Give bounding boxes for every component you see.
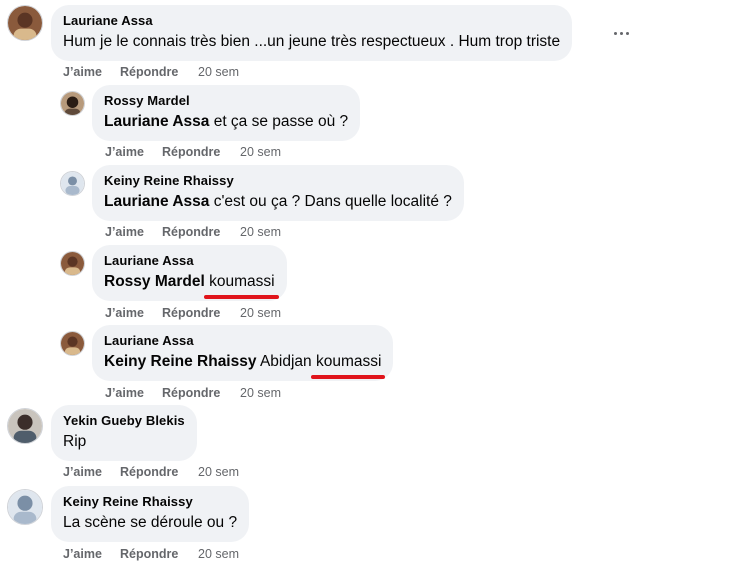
comment-text: Lauriane Assa c'est ou ça ? Dans quelle … bbox=[104, 192, 452, 212]
reply-comment: Rossy Mardel Lauriane Assa et ça se pass… bbox=[0, 85, 740, 165]
mention-link[interactable]: Rossy Mardel bbox=[104, 273, 205, 290]
timestamp[interactable]: 20 sem bbox=[240, 386, 281, 400]
reply-button[interactable]: Répondre bbox=[162, 386, 220, 400]
comment-body: c'est ou ça ? Dans quelle localité ? bbox=[213, 193, 452, 210]
comment-bubble: Lauriane Assa Hum je le connais très bie… bbox=[51, 5, 573, 61]
avatar[interactable] bbox=[60, 251, 85, 276]
comment-bubble: Rossy Mardel Lauriane Assa et ça se pass… bbox=[92, 85, 361, 141]
timestamp[interactable]: 20 sem bbox=[198, 465, 239, 479]
reply-comment: Keiny Reine Rhaissy Lauriane Assa c'est … bbox=[0, 165, 740, 245]
avatar[interactable] bbox=[7, 5, 43, 41]
mention-link[interactable]: Lauriane Assa bbox=[104, 193, 209, 210]
comment-author[interactable]: Keiny Reine Rhaissy bbox=[63, 494, 237, 510]
comment-text: Hum je le connais très bien ...un jeune … bbox=[63, 33, 561, 50]
comment-text: Keiny Reine Rhaissy Abidjan koumassi bbox=[104, 352, 386, 379]
comment-author[interactable]: Rossy Mardel bbox=[104, 93, 348, 109]
reply-button[interactable]: Répondre bbox=[120, 65, 178, 79]
reply-button[interactable]: Répondre bbox=[120, 465, 178, 479]
timestamp[interactable]: 20 sem bbox=[198, 547, 239, 561]
avatar[interactable] bbox=[60, 91, 85, 116]
timestamp[interactable]: 20 sem bbox=[240, 306, 281, 320]
like-button[interactable]: J’aime bbox=[105, 306, 144, 320]
mention-link[interactable]: Lauriane Assa bbox=[104, 113, 209, 130]
comment-text: Rip bbox=[63, 433, 87, 450]
comment-text: Lauriane Assa et ça se passe où ? bbox=[104, 112, 348, 132]
comment-bubble: Yekin Gueby Blekis Rip bbox=[51, 405, 197, 461]
reply-button[interactable]: Répondre bbox=[162, 306, 220, 320]
like-button[interactable]: J’aime bbox=[105, 225, 144, 239]
comment-text: La scène se déroule ou ? bbox=[63, 514, 238, 531]
comment-bubble: Lauriane Assa Keiny Reine Rhaissy Abidja… bbox=[92, 325, 394, 381]
avatar[interactable] bbox=[7, 489, 43, 525]
reply-comment: Lauriane Assa Keiny Reine Rhaissy Abidja… bbox=[0, 325, 740, 405]
reply-button[interactable]: Répondre bbox=[120, 547, 178, 561]
avatar[interactable] bbox=[60, 171, 85, 196]
comment-author[interactable]: Lauriane Assa bbox=[104, 333, 381, 349]
comment-bubble: Keiny Reine Rhaissy Lauriane Assa c'est … bbox=[92, 165, 464, 221]
comment-author[interactable]: Lauriane Assa bbox=[63, 13, 560, 29]
reply-button[interactable]: Répondre bbox=[162, 145, 220, 159]
timestamp[interactable]: 20 sem bbox=[198, 65, 239, 79]
comment: Yekin Gueby Blekis Rip J’aime Répondre 2… bbox=[0, 405, 740, 485]
comment-text: Rossy Mardel koumassi bbox=[104, 272, 280, 299]
like-button[interactable]: J’aime bbox=[63, 465, 102, 479]
comment-body: Abidjan bbox=[259, 353, 312, 370]
comment-author[interactable]: Lauriane Assa bbox=[104, 253, 275, 269]
comment: Keiny Reine Rhaissy La scène se déroule … bbox=[0, 486, 740, 570]
reply-button[interactable]: Répondre bbox=[162, 225, 220, 239]
comment: Lauriane Assa Hum je le connais très bie… bbox=[0, 0, 740, 80]
comment-bubble: Lauriane Assa Rossy Mardel koumassi bbox=[92, 245, 287, 301]
like-button[interactable]: J’aime bbox=[63, 65, 102, 79]
highlighted-text: koumassi bbox=[204, 273, 280, 299]
like-button[interactable]: J’aime bbox=[105, 386, 144, 400]
avatar[interactable] bbox=[7, 408, 43, 444]
timestamp[interactable]: 20 sem bbox=[240, 225, 281, 239]
reply-comment: Lauriane Assa Rossy Mardel koumassi J’ai… bbox=[0, 245, 740, 325]
comment-author[interactable]: Keiny Reine Rhaissy bbox=[104, 173, 452, 189]
comment-author[interactable]: Yekin Gueby Blekis bbox=[63, 413, 185, 429]
comment-body: et ça se passe où ? bbox=[213, 113, 349, 130]
avatar[interactable] bbox=[60, 331, 85, 356]
like-button[interactable]: J’aime bbox=[63, 547, 102, 561]
like-button[interactable]: J’aime bbox=[105, 145, 144, 159]
mention-link[interactable]: Keiny Reine Rhaissy bbox=[104, 353, 256, 370]
more-options-icon[interactable] bbox=[612, 24, 630, 42]
highlighted-text: koumassi bbox=[310, 353, 386, 379]
comment-bubble: Keiny Reine Rhaissy La scène se déroule … bbox=[51, 486, 250, 542]
timestamp[interactable]: 20 sem bbox=[240, 145, 281, 159]
